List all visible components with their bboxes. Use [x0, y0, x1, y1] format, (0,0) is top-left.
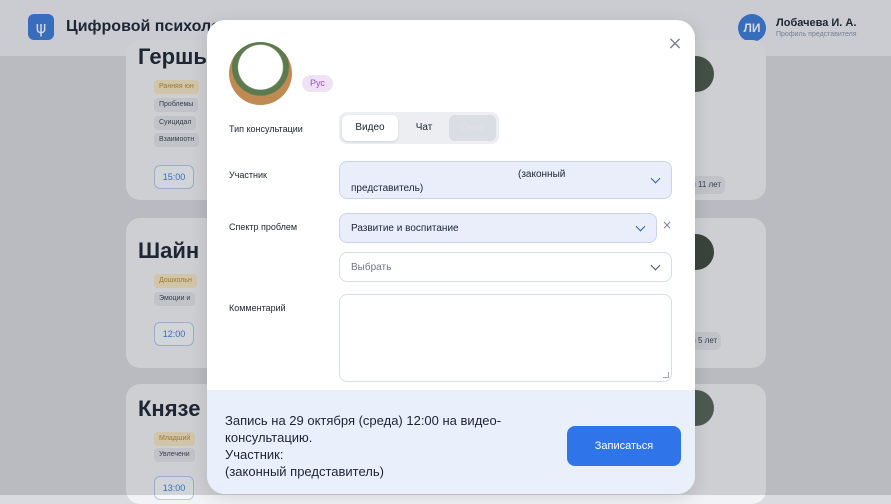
tab-chat[interactable]: Чат — [401, 115, 447, 141]
summary-line: Запись на 29 октября (среда) 12:00 на ви… — [225, 413, 502, 428]
add-problem-select[interactable]: Выбрать — [339, 252, 672, 282]
close-icon[interactable]: × — [665, 34, 685, 54]
specialist-avatar — [229, 42, 292, 105]
participant-label: Участник — [229, 170, 267, 180]
resize-handle-icon[interactable] — [663, 372, 669, 378]
summary-line: (законный представитель) — [225, 464, 384, 479]
tab-video[interactable]: Видео — [342, 115, 398, 141]
chevron-down-icon — [635, 221, 646, 232]
chevron-down-icon — [650, 173, 661, 184]
booking-footer: Запись на 29 октября (среда) 12:00 на ви… — [207, 390, 695, 494]
participant-select[interactable]: (законный представитель) — [339, 161, 672, 199]
problems-label: Спектр проблем — [229, 222, 298, 232]
comment-label: Комментарий — [229, 303, 286, 313]
problem-select[interactable]: Развитие и воспитание — [339, 213, 657, 243]
summary-line: Участник: — [225, 447, 284, 462]
add-problem-placeholder: Выбрать — [351, 262, 392, 273]
comment-textarea[interactable] — [339, 294, 672, 382]
problem-value: Развитие и воспитание — [351, 223, 459, 234]
consultation-type-switch: Видео Чат Очно — [339, 112, 499, 144]
chevron-down-icon — [650, 260, 661, 271]
remove-problem-icon[interactable]: × — [660, 218, 674, 232]
summary-line: консультацию. — [225, 430, 313, 445]
consultation-type-label: Тип консультации — [229, 124, 303, 134]
booking-dialog: × Рус Тип консультации Видео Чат Очно Уч… — [207, 20, 695, 494]
booking-summary: Запись на 29 октября (среда) 12:00 на ви… — [225, 412, 545, 480]
language-badge: Рус — [302, 75, 333, 92]
participant-value: представитель) — [351, 183, 424, 194]
tab-in-person[interactable]: Очно — [449, 115, 496, 141]
participant-value: (законный — [518, 169, 566, 180]
book-button[interactable]: Записаться — [567, 426, 681, 466]
